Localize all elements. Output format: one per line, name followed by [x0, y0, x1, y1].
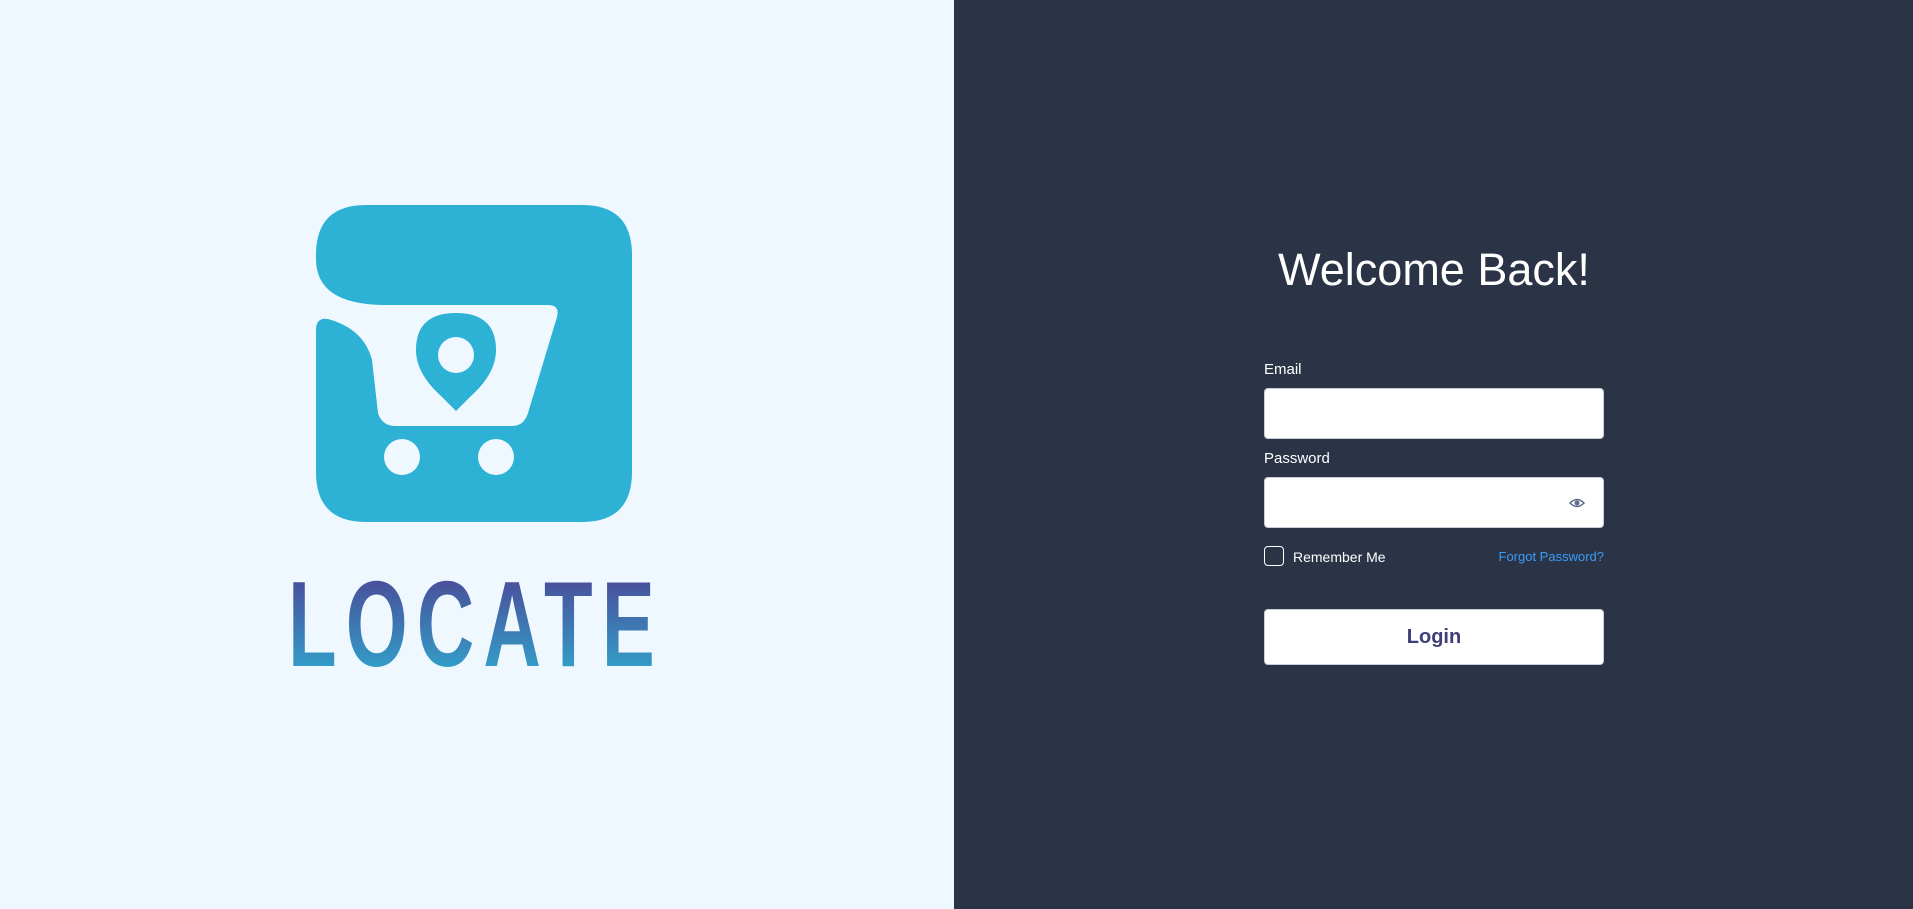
login-button[interactable]: Login	[1264, 609, 1604, 665]
email-label: Email	[1264, 361, 1302, 378]
remember-me-label[interactable]: Remember Me	[1293, 549, 1386, 565]
forgot-password-link[interactable]: Forgot Password?	[1499, 549, 1605, 565]
brand-panel: LOCATE	[0, 0, 954, 909]
brand-wordmark: LOCATE	[288, 570, 664, 670]
login-page: LOCATE Welcome Back! Email Password Reme…	[0, 0, 1913, 909]
login-form-panel	[954, 0, 1913, 909]
email-field-wrapper	[1264, 388, 1604, 439]
page-title: Welcome Back!	[1278, 244, 1590, 295]
password-label: Password	[1264, 450, 1330, 467]
remember-row: Remember Me Forgot Password?	[1264, 546, 1604, 568]
remember-me-checkbox[interactable]	[1264, 546, 1284, 566]
password-field-wrapper	[1264, 477, 1604, 528]
eye-icon[interactable]	[1569, 495, 1585, 511]
brand-name: LOCATE	[288, 570, 664, 670]
email-field[interactable]	[1275, 389, 1569, 438]
password-field[interactable]	[1275, 478, 1569, 527]
cart-location-logo-icon	[316, 205, 632, 522]
